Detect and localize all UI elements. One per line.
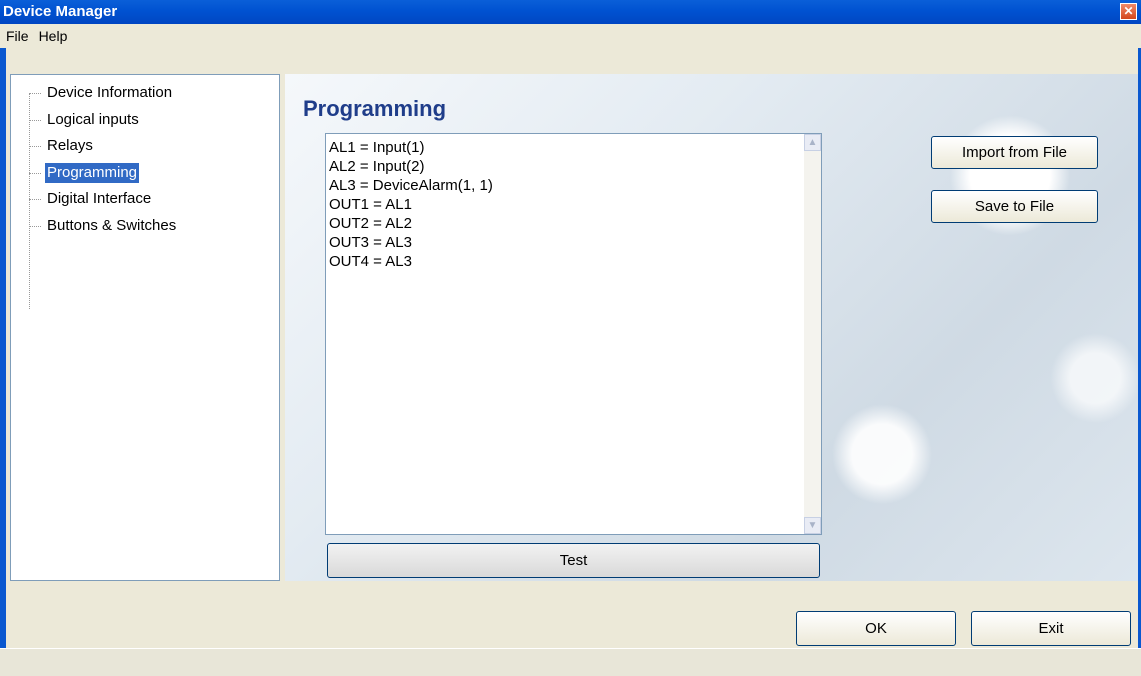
tree-item-label: Programming: [45, 163, 140, 183]
tree-item-label: Buttons & Switches: [47, 217, 177, 234]
window-title: Device Manager: [3, 3, 118, 20]
editor-line: AL1 = Input(1): [329, 139, 425, 156]
program-editor[interactable]: AL1 = Input(1) AL2 = Input(2) AL3 = Devi…: [325, 133, 822, 535]
menu-file[interactable]: File: [0, 24, 33, 48]
menu-bar: File Help: [0, 24, 1141, 48]
editor-line: OUT1 = AL1: [329, 196, 412, 213]
tree-item-relays[interactable]: Relays: [29, 136, 95, 156]
editor-text: AL1 = Input(1) AL2 = Input(2) AL3 = Devi…: [329, 138, 493, 271]
programming-panel: Programming AL1 = Input(1) AL2 = Input(2…: [285, 74, 1138, 581]
test-button[interactable]: Test: [327, 543, 820, 578]
ok-button[interactable]: OK: [796, 611, 956, 646]
window-border-left: [0, 48, 6, 648]
exit-button[interactable]: Exit: [971, 611, 1131, 646]
tree-item-programming[interactable]: Programming: [29, 163, 140, 183]
scroll-down-icon[interactable]: ▼: [804, 517, 821, 534]
editor-line: AL3 = DeviceAlarm(1, 1): [329, 177, 493, 194]
navigation-tree: Device Information Logical inputs Relays…: [10, 74, 280, 581]
status-bar: [0, 648, 1141, 676]
tree-item-label: Logical inputs: [47, 111, 139, 128]
editor-line: OUT4 = AL3: [329, 253, 412, 270]
close-icon[interactable]: ✕: [1120, 3, 1137, 20]
tree-item-digital-interface[interactable]: Digital Interface: [29, 189, 153, 209]
save-to-file-button[interactable]: Save to File: [931, 190, 1098, 223]
title-bar: Device Manager ✕: [0, 0, 1141, 24]
tree-item-device-information[interactable]: Device Information: [29, 83, 174, 103]
scroll-up-icon[interactable]: ▲: [804, 134, 821, 151]
menu-help[interactable]: Help: [33, 24, 72, 48]
import-from-file-button[interactable]: Import from File: [931, 136, 1098, 169]
tree-item-buttons-switches[interactable]: Buttons & Switches: [29, 216, 178, 236]
editor-scrollbar[interactable]: ▲ ▼: [804, 134, 821, 534]
tree-item-label: Device Information: [47, 84, 173, 101]
tree-item-label: Digital Interface: [47, 190, 152, 207]
tree-item-label: Relays: [47, 137, 93, 154]
device-manager-window: Device Manager ✕ File Help Device Informa…: [0, 0, 1141, 676]
editor-line: OUT2 = AL2: [329, 215, 412, 232]
page-title: Programming: [303, 96, 447, 121]
editor-line: AL2 = Input(2): [329, 158, 425, 175]
tree-item-logical-inputs[interactable]: Logical inputs: [29, 110, 141, 130]
editor-line: OUT3 = AL3: [329, 234, 412, 251]
